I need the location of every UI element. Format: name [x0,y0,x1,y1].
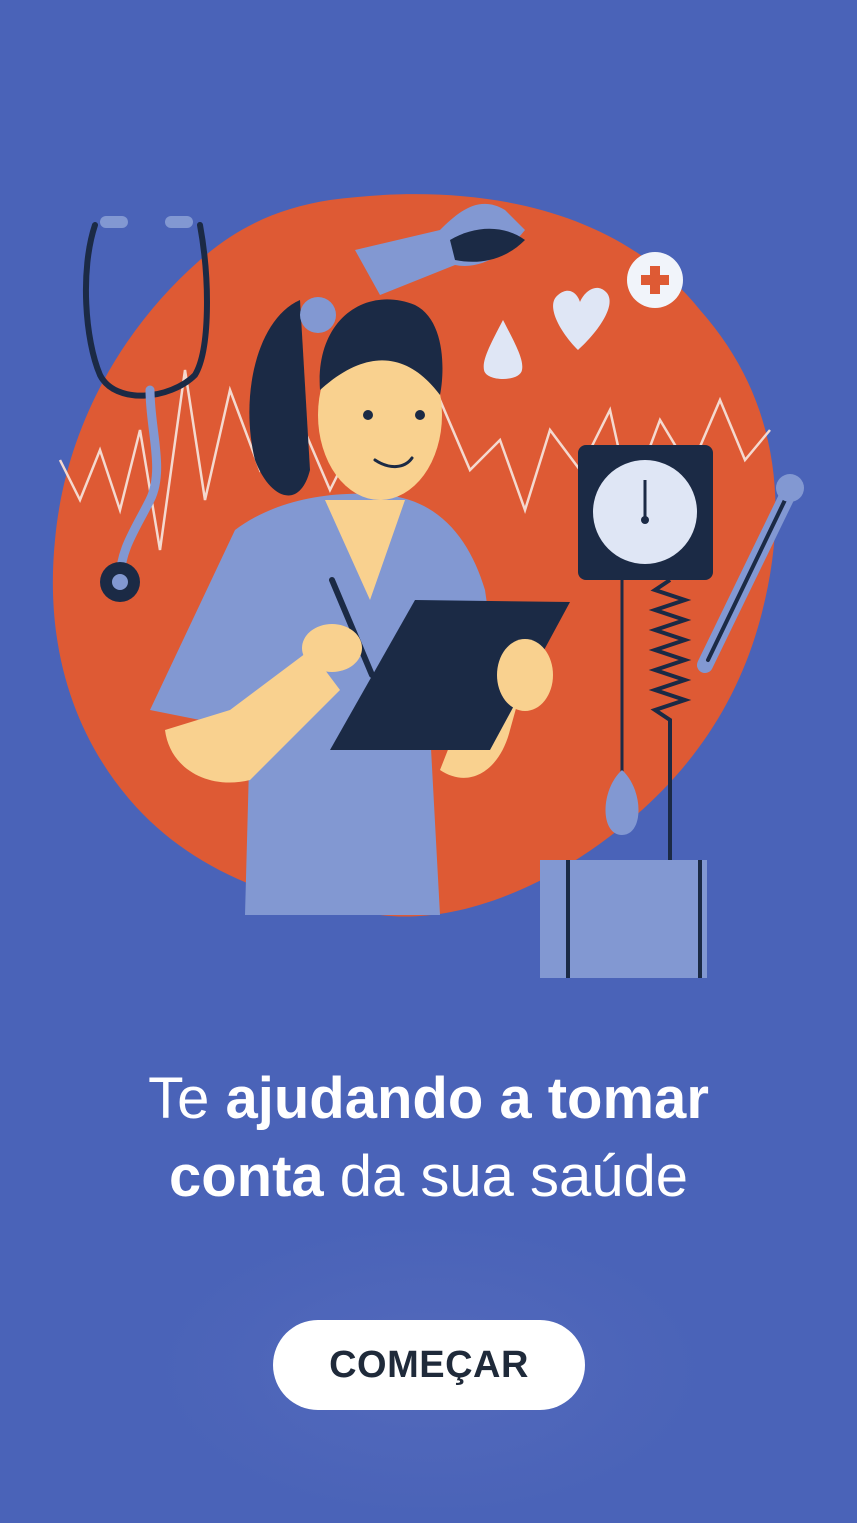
cross-badge-icon [627,252,683,308]
headline-text-2: da sua saúde [323,1144,689,1209]
stethoscope-earpiece [100,216,128,228]
health-illustration [52,194,804,978]
headline-bold-1: ajudando a tomar [225,1066,709,1131]
headline-text-1: Te [148,1066,226,1131]
stethoscope-earpiece [165,216,193,228]
headline-bold-2: conta [168,1144,324,1209]
start-button[interactable]: COMEÇAR [273,1320,585,1410]
onboarding-screen: Te ajudando a tomar conta da sua saúde CO… [0,0,857,1523]
headline: Te ajudando a tomar conta da sua saúde [60,1060,797,1216]
